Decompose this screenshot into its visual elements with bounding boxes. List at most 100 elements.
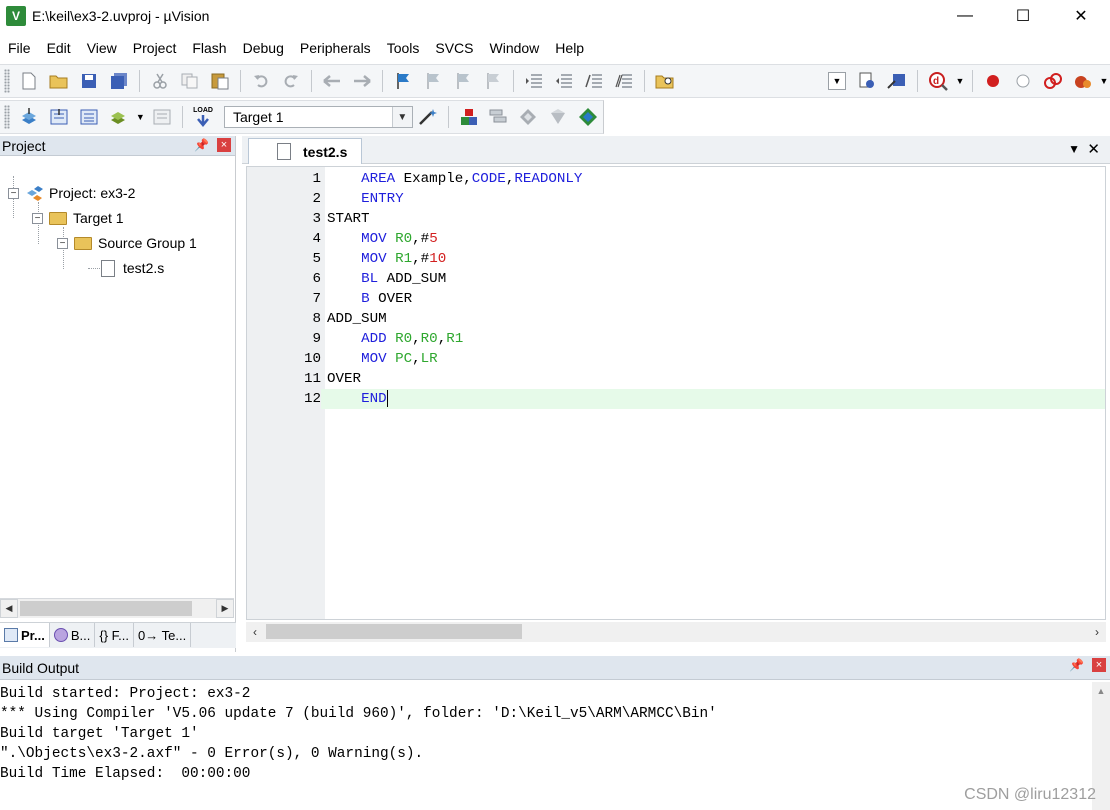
close-icon[interactable]: ✕ (1087, 140, 1100, 158)
menu-view[interactable]: View (79, 40, 125, 56)
options-for-target-button[interactable] (415, 104, 441, 130)
scroll-right-icon[interactable]: › (1088, 622, 1106, 641)
scroll-up-icon[interactable]: ▲ (1092, 682, 1110, 700)
collapse-icon[interactable]: − (57, 237, 68, 249)
scroll-left-icon[interactable]: ◀ (0, 599, 18, 618)
build-output-text[interactable]: Build started: Project: ex3-2 *** Using … (0, 684, 1090, 784)
prev-bookmark-button[interactable] (420, 68, 446, 94)
project-panel-close-button[interactable]: × (217, 138, 231, 152)
open-file-button[interactable] (46, 68, 72, 94)
browse-button[interactable] (884, 68, 910, 94)
save-button[interactable] (76, 68, 102, 94)
code-line[interactable]: 5 MOV R1,#10 (247, 249, 1105, 269)
pin-icon[interactable]: 📌 (194, 138, 209, 152)
toolbar-grip[interactable] (4, 105, 10, 129)
clear-bookmarks-button[interactable] (480, 68, 506, 94)
menu-project[interactable]: Project (125, 40, 185, 56)
kill-all-breakpoints-button[interactable] (1070, 68, 1096, 94)
unindent-button[interactable] (551, 68, 577, 94)
code-line[interactable]: 2 ENTRY (247, 189, 1105, 209)
code-line-current[interactable]: 12 END (247, 389, 1105, 409)
undo-button[interactable] (248, 68, 274, 94)
code-line[interactable]: 10 MOV PC,LR (247, 349, 1105, 369)
collapse-icon[interactable]: − (8, 187, 19, 199)
pin-icon[interactable]: 📌 (1069, 658, 1084, 672)
target-select[interactable]: Target 1 ▼ (223, 106, 413, 128)
menu-file[interactable]: File (0, 40, 39, 56)
paste-button[interactable] (207, 68, 233, 94)
menu-peripherals[interactable]: Peripherals (292, 40, 379, 56)
debug-dropdown[interactable]: ▼ (955, 68, 965, 94)
menu-tools[interactable]: Tools (379, 40, 428, 56)
uncomment-button[interactable] (611, 68, 637, 94)
code-line[interactable]: 9 ADD R0,R0,R1 (247, 329, 1105, 349)
indent-button[interactable] (521, 68, 547, 94)
build-output-close-button[interactable]: × (1092, 658, 1106, 672)
menu-debug[interactable]: Debug (235, 40, 292, 56)
translate-button[interactable] (16, 104, 42, 130)
enable-breakpoint-button[interactable] (1010, 68, 1036, 94)
breakpoint-dropdown[interactable]: ▼ (1100, 68, 1109, 94)
disable-all-breakpoints-button[interactable] (1040, 68, 1066, 94)
pack-installer-update-button[interactable] (575, 104, 601, 130)
scroll-right-icon[interactable]: ▶ (216, 599, 234, 618)
scrollbar-thumb[interactable] (266, 624, 522, 639)
menu-edit[interactable]: Edit (39, 40, 79, 56)
code-line[interactable]: 3 START (247, 209, 1105, 229)
code-line[interactable]: 7 B OVER (247, 289, 1105, 309)
navigate-back-button[interactable] (319, 68, 345, 94)
download-button[interactable]: LOAD (190, 104, 216, 130)
editor-horizontal-scrollbar[interactable]: ‹ › (246, 622, 1106, 642)
navigate-forward-button[interactable] (349, 68, 375, 94)
tree-item-file[interactable]: test2.s (101, 257, 164, 279)
comment-button[interactable] (581, 68, 607, 94)
toolbar-grip[interactable] (4, 69, 10, 93)
save-all-button[interactable] (106, 68, 132, 94)
incremental-find-button[interactable] (854, 68, 880, 94)
insert-breakpoint-button[interactable] (980, 68, 1006, 94)
code-line[interactable]: 6 BL ADD_SUM (247, 269, 1105, 289)
rebuild-button[interactable] (76, 104, 102, 130)
close-button[interactable]: ✕ (1052, 0, 1110, 32)
menu-window[interactable]: Window (482, 40, 548, 56)
tab-test2-s[interactable]: test2.s (248, 138, 362, 164)
batch-build-button[interactable] (106, 104, 132, 130)
manage-rte-button[interactable] (515, 104, 541, 130)
minimize-button[interactable]: — (936, 0, 994, 32)
find-in-files-button[interactable] (652, 68, 678, 94)
code-line[interactable]: 4 MOV R0,#5 (247, 229, 1105, 249)
next-bookmark-button[interactable] (450, 68, 476, 94)
cut-button[interactable] (147, 68, 173, 94)
manage-project-items-button[interactable] (456, 104, 482, 130)
project-horizontal-scrollbar[interactable]: ◀ ▶ (0, 598, 234, 618)
tree-item-project[interactable]: − Project: ex3-2 (8, 182, 135, 204)
tree-item-source-group[interactable]: − Source Group 1 (57, 232, 197, 254)
scroll-left-icon[interactable]: ‹ (246, 622, 264, 641)
insert-bookmark-button[interactable] (390, 68, 416, 94)
debug-session-button[interactable]: d (925, 68, 951, 94)
select-packs-button[interactable] (486, 104, 512, 130)
code-line[interactable]: 11 OVER (247, 369, 1105, 389)
tab-functions[interactable]: {} F... (95, 623, 135, 647)
tab-project[interactable]: Pr... (0, 623, 50, 647)
menu-flash[interactable]: Flash (184, 40, 234, 56)
redo-button[interactable] (278, 68, 304, 94)
stop-build-button[interactable] (149, 104, 175, 130)
code-editor[interactable]: 1 AREA Example,CODE,READONLY 2 ENTRY 3 ST… (246, 166, 1106, 620)
code-line[interactable]: 1 AREA Example,CODE,READONLY (247, 169, 1105, 189)
collapse-icon[interactable]: − (32, 212, 43, 224)
menu-svcs[interactable]: SVCS (427, 40, 481, 56)
tab-books[interactable]: B... (50, 623, 96, 647)
build-button[interactable] (46, 104, 72, 130)
scrollbar-thumb[interactable] (20, 601, 192, 616)
copy-button[interactable] (177, 68, 203, 94)
menu-help[interactable]: Help (547, 40, 592, 56)
chevron-down-icon[interactable]: ▼ (1068, 142, 1080, 156)
new-file-button[interactable] (16, 68, 42, 94)
tab-templates[interactable]: 0→ Te... (134, 623, 192, 647)
find-combo-dropdown[interactable]: ▼ (824, 68, 850, 94)
code-line[interactable]: 8 ADD_SUM (247, 309, 1105, 329)
pack-installer-button[interactable] (545, 104, 571, 130)
batch-build-dropdown[interactable]: ▼ (135, 104, 145, 130)
tree-item-target[interactable]: − Target 1 (32, 207, 124, 229)
